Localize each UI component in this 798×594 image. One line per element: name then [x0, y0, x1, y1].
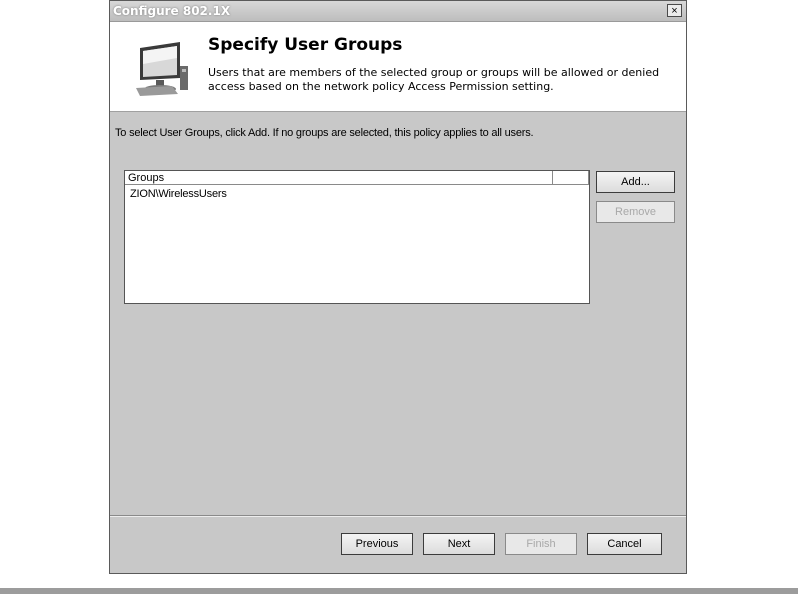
remove-button[interactable]: Remove: [596, 201, 675, 223]
next-button[interactable]: Next: [423, 533, 495, 555]
list-header: Groups: [125, 171, 589, 186]
previous-button[interactable]: Previous: [341, 533, 413, 555]
list-item[interactable]: ZION\WirelessUsers: [125, 188, 227, 200]
window-title: Configure 802.1X: [113, 4, 231, 18]
computer-monitor-icon: [136, 42, 188, 96]
instruction-text: To select User Groups, click Add. If no …: [115, 127, 534, 139]
column-header-groups[interactable]: Groups: [125, 171, 553, 185]
groups-listbox[interactable]: Groups ZION\WirelessUsers: [124, 170, 590, 304]
cancel-button[interactable]: Cancel: [587, 533, 662, 555]
column-header-extra[interactable]: [553, 171, 589, 185]
footer-divider: [110, 515, 686, 517]
configure-dialog: Configure 802.1X × Specify User Groups U…: [109, 0, 687, 574]
add-button[interactable]: Add...: [596, 171, 675, 193]
page-title: Specify User Groups: [208, 35, 403, 55]
bottom-divider: [0, 588, 798, 594]
wizard-header: Specify User Groups Users that are membe…: [110, 22, 686, 112]
title-bar[interactable]: Configure 802.1X ×: [110, 1, 686, 22]
page: Configure 802.1X × Specify User Groups U…: [0, 0, 798, 594]
finish-button[interactable]: Finish: [505, 533, 577, 555]
page-description: Users that are members of the selected g…: [208, 66, 660, 93]
close-button[interactable]: ×: [667, 4, 682, 17]
